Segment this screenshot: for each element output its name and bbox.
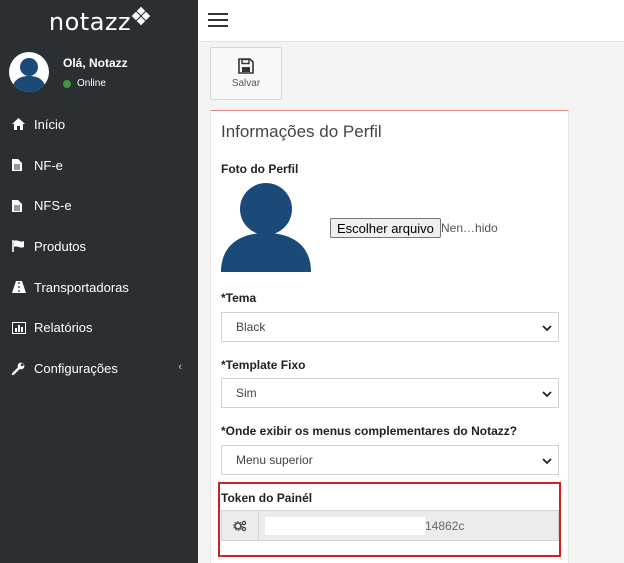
save-button[interactable]: Salvar (210, 47, 282, 100)
choose-file-button[interactable]: Escolher arquivo (330, 218, 441, 238)
menus-location-select-value: Menu superior (236, 453, 313, 467)
brand-logo[interactable]: notazz (0, 0, 198, 44)
template-select[interactable]: Sim (221, 378, 559, 408)
menus-location-label: *Onde exibir os menus complementares do … (221, 424, 518, 438)
theme-select[interactable]: Black (221, 312, 559, 342)
sidebar-item-label: Produtos (34, 238, 87, 254)
sidebar-item-nfse[interactable]: NFS-e (0, 185, 198, 226)
wrench-icon (12, 362, 34, 375)
user-panel: Olá, Notazz Online (0, 48, 198, 98)
chevron-down-icon (542, 325, 552, 332)
profile-photo (221, 182, 311, 272)
sidebar: notazz Olá, Notazz Online Início NF-e NF… (0, 0, 198, 563)
brand-mark-icon (131, 6, 151, 26)
top-bar (198, 0, 624, 42)
save-button-label: Salvar (231, 78, 261, 89)
sidebar-item-label: Configurações (34, 360, 118, 376)
user-status-text: Online (77, 78, 106, 89)
file-icon (12, 159, 34, 172)
chart-icon (12, 321, 34, 334)
file-status-text: Nen…hido (441, 221, 498, 235)
sidebar-item-label: NFS-e (34, 198, 72, 214)
template-label: *Template Fixo (221, 358, 306, 372)
sidebar-item-inicio[interactable]: Início (0, 104, 198, 145)
home-icon (12, 118, 34, 131)
chevron-left-icon: ‹ (178, 361, 182, 374)
menu-toggle-icon[interactable] (208, 13, 228, 27)
menus-location-select[interactable]: Menu superior (221, 445, 559, 475)
sidebar-item-nfe[interactable]: NF-e (0, 145, 198, 186)
sidebar-item-configuracoes[interactable]: Configurações ‹ (0, 348, 198, 389)
chevron-down-icon (542, 391, 552, 398)
chevron-down-icon (542, 458, 552, 465)
theme-label: *Tema (221, 291, 257, 305)
token-highlight-box (218, 482, 561, 557)
sidebar-item-relatorios[interactable]: Relatórios (0, 307, 198, 348)
avatar (9, 52, 49, 92)
road-icon (12, 281, 34, 294)
sidebar-item-label: NF-e (34, 157, 63, 173)
brand-name: notazz (48, 8, 132, 36)
theme-select-value: Black (236, 320, 266, 334)
user-greeting: Olá, Notazz (63, 56, 128, 70)
sidebar-item-produtos[interactable]: Produtos (0, 226, 198, 267)
sidebar-item-label: Relatórios (34, 320, 93, 336)
photo-label: Foto do Perfil (221, 162, 299, 176)
sidebar-item-label: Transportadoras (34, 279, 129, 295)
sidebar-item-label: Início (34, 116, 66, 132)
file-icon (12, 199, 34, 212)
online-status-icon (63, 79, 71, 88)
user-status: Online (63, 78, 106, 89)
flag-icon (12, 240, 34, 253)
floppy-disk-icon (238, 58, 254, 74)
template-select-value: Sim (236, 386, 257, 400)
sidebar-menu: Início NF-e NFS-e Produtos Transportador… (0, 104, 198, 389)
card-title: Informações do Perfil (221, 122, 382, 141)
sidebar-item-transportadoras[interactable]: Transportadoras (0, 267, 198, 308)
